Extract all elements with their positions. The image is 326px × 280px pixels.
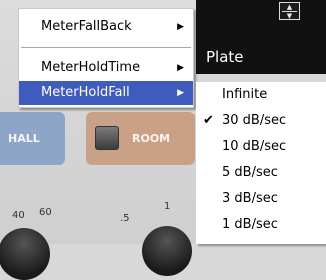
knob1-tick-label-a: 40	[12, 210, 25, 221]
submenu-item-label: 1 dB/sec	[222, 217, 278, 232]
submenu-arrow-icon: ▶	[177, 88, 184, 98]
spinner-down-icon[interactable]: ▼	[280, 12, 299, 20]
submenu-item-label: Infinite	[222, 87, 268, 102]
knob-left[interactable]	[0, 228, 50, 280]
submenu-meter-hold-fall: Infinite ✔ 30 dB/sec 10 dB/sec 5 dB/sec …	[196, 82, 326, 244]
menu-item-meter-hold-time[interactable]: MeterHoldTime ▶	[19, 56, 193, 80]
submenu-item-10-db-sec[interactable]: 10 dB/sec	[196, 136, 326, 158]
submenu-item-label: 3 dB/sec	[222, 191, 278, 206]
submenu-item-label: 30 dB/sec	[222, 113, 287, 128]
knob1-tick-label-b: 60	[39, 207, 52, 218]
submenu-item-infinite[interactable]: Infinite	[196, 84, 326, 106]
checkmark-icon: ✔	[203, 113, 214, 128]
preset-spinner[interactable]: ▲ ▼	[279, 2, 300, 20]
submenu-item-1-db-sec[interactable]: 1 dB/sec	[196, 214, 326, 236]
knob2-tick-label-b: 1	[164, 201, 171, 212]
knob2-tick-label-a: .5	[120, 213, 130, 224]
room-indicator-icon	[95, 126, 119, 150]
knob-right[interactable]	[142, 226, 192, 276]
menu-separator	[21, 47, 191, 48]
submenu-arrow-icon: ▶	[177, 22, 184, 32]
spinner-up-icon[interactable]: ▲	[280, 3, 299, 11]
submenu-item-30-db-sec[interactable]: ✔ 30 dB/sec	[196, 110, 326, 132]
room-label: ROOM	[132, 132, 171, 145]
menu-item-label: MeterHoldFall	[41, 85, 130, 100]
submenu-item-5-db-sec[interactable]: 5 dB/sec	[196, 162, 326, 184]
menu-item-meter-fall-back[interactable]: MeterFallBack ▶	[19, 15, 193, 39]
submenu-item-label: 10 dB/sec	[222, 139, 287, 154]
preset-value[interactable]: Plate	[196, 42, 326, 72]
submenu-arrow-icon: ▶	[177, 63, 184, 73]
hall-label: HALL	[8, 132, 40, 145]
context-menu: MeterFallBack ▶ MeterHoldTime ▶ MeterHol…	[18, 8, 194, 108]
room-button[interactable]: ROOM	[86, 112, 195, 165]
submenu-item-label: 5 dB/sec	[222, 165, 278, 180]
menu-item-meter-hold-fall[interactable]: MeterHoldFall ▶	[19, 81, 193, 105]
hall-button[interactable]: HALL	[0, 112, 65, 165]
menu-item-label: MeterHoldTime	[41, 60, 141, 75]
submenu-item-3-db-sec[interactable]: 3 dB/sec	[196, 188, 326, 210]
menu-item-label: MeterFallBack	[41, 19, 132, 34]
